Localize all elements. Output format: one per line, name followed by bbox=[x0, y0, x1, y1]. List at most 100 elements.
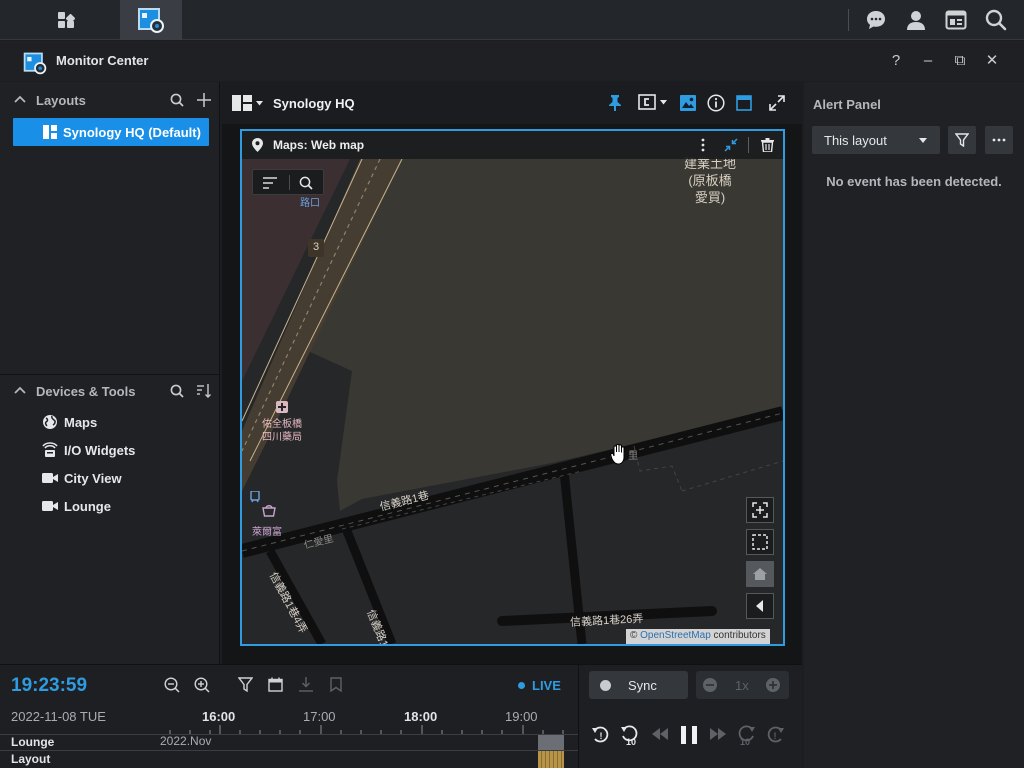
device-item-label: I/O Widgets bbox=[64, 442, 136, 458]
collapse-icon[interactable] bbox=[724, 138, 738, 152]
minimize-button[interactable]: – bbox=[918, 51, 938, 71]
map-label-shop: 萊爾富 bbox=[252, 527, 282, 538]
restore-button[interactable]: ⧉ bbox=[950, 51, 970, 71]
openstreetmap-link[interactable]: OpenStreetMap bbox=[640, 630, 711, 641]
map-label-road: 路口 bbox=[300, 198, 320, 209]
layout-style-dropdown[interactable] bbox=[232, 95, 263, 111]
search-icon[interactable] bbox=[170, 93, 184, 107]
image-enhance-icon[interactable] bbox=[680, 95, 696, 111]
globe-icon bbox=[43, 415, 57, 429]
search-icon bbox=[985, 9, 1007, 31]
map-tile[interactable]: 建業土地 (原板橋 愛買) 路口 3 佑全板橋 四川藥局 萊爾富 信義路1巷 仁… bbox=[240, 129, 785, 646]
info-icon[interactable] bbox=[707, 94, 725, 112]
pause-icon[interactable] bbox=[680, 725, 698, 745]
sync-button[interactable]: Sync bbox=[589, 671, 688, 699]
live-button[interactable]: LIVE bbox=[532, 678, 561, 693]
zoom-in-icon[interactable] bbox=[194, 677, 210, 693]
device-item-city-view[interactable]: City View bbox=[42, 467, 122, 489]
devices-section-header[interactable]: Devices & Tools bbox=[0, 376, 220, 406]
stream-mode-dropdown[interactable] bbox=[638, 94, 667, 110]
speed-up-icon[interactable] bbox=[766, 678, 780, 692]
filter-icon bbox=[955, 133, 969, 147]
device-item-label: Lounge bbox=[64, 498, 111, 514]
monitor-center-icon bbox=[23, 52, 47, 75]
monitor-center-icon bbox=[138, 8, 164, 33]
device-item-lounge[interactable]: Lounge bbox=[42, 495, 111, 517]
bookmark-icon[interactable] bbox=[330, 677, 342, 692]
sort-icon[interactable] bbox=[196, 383, 212, 399]
next-frame-icon[interactable] bbox=[710, 728, 726, 740]
pin-icon[interactable] bbox=[608, 95, 622, 111]
more-vertical-icon[interactable] bbox=[698, 138, 708, 152]
select-area-icon bbox=[752, 534, 768, 550]
menu-icon[interactable] bbox=[263, 177, 277, 189]
chevron-up-icon[interactable] bbox=[14, 385, 26, 397]
chevron-up-icon[interactable] bbox=[14, 94, 26, 106]
add-icon[interactable] bbox=[197, 93, 211, 107]
monitor-center-taskbar-button[interactable] bbox=[120, 0, 182, 40]
instant-replay-icon[interactable]: ! bbox=[591, 724, 611, 746]
bus-stop-icon bbox=[250, 491, 260, 503]
help-button[interactable]: ? bbox=[886, 51, 906, 71]
apps-button[interactable] bbox=[26, 0, 106, 40]
more-horizontal-icon bbox=[992, 138, 1006, 142]
alert-more-button[interactable] bbox=[985, 126, 1013, 154]
zoom-out-icon[interactable] bbox=[164, 677, 180, 693]
timeline-ruler[interactable] bbox=[160, 725, 570, 734]
user-button[interactable] bbox=[902, 0, 930, 40]
forward-10-icon[interactable]: 10 bbox=[736, 724, 756, 746]
chat-icon bbox=[867, 11, 885, 29]
device-item-label: City View bbox=[64, 470, 122, 486]
attribution-prefix: © bbox=[630, 630, 641, 641]
previous-frame-icon[interactable] bbox=[652, 728, 668, 740]
collapse-panel-button[interactable] bbox=[746, 593, 774, 619]
map-tile-title: Maps: Web map bbox=[273, 138, 365, 152]
header-divider bbox=[748, 137, 749, 153]
search-icon[interactable] bbox=[299, 176, 313, 190]
global-search-button[interactable] bbox=[982, 0, 1010, 40]
caret-down-icon bbox=[660, 99, 667, 104]
camera-icon bbox=[42, 473, 58, 483]
close-button[interactable]: ✕ bbox=[982, 51, 1002, 71]
instant-forward-icon[interactable]: ! bbox=[765, 724, 785, 746]
caret-left-icon bbox=[756, 600, 763, 612]
recording-segment-lounge[interactable] bbox=[538, 735, 564, 750]
layouts-section-header[interactable]: Layouts bbox=[0, 85, 220, 115]
device-item-io-widgets[interactable]: I/O Widgets bbox=[42, 439, 135, 461]
widgets-button[interactable] bbox=[942, 0, 970, 40]
speed-down-icon[interactable] bbox=[703, 678, 717, 692]
fullscreen-icon[interactable] bbox=[769, 95, 785, 111]
io-widget-icon bbox=[42, 442, 58, 457]
trash-icon[interactable] bbox=[761, 138, 774, 152]
device-item-maps[interactable]: Maps bbox=[42, 411, 97, 433]
pharmacy-icon bbox=[276, 401, 288, 413]
alert-filter-button[interactable] bbox=[948, 126, 976, 154]
timeline-divider bbox=[578, 665, 579, 768]
track-label-lounge: Lounge bbox=[11, 735, 55, 749]
select-area-button[interactable] bbox=[746, 529, 774, 555]
sync-toggle-dot bbox=[600, 680, 611, 691]
zoom-to-fit-button[interactable] bbox=[746, 497, 774, 523]
track-separator bbox=[0, 750, 578, 751]
search-icon[interactable] bbox=[170, 384, 184, 398]
filter-icon[interactable] bbox=[238, 677, 253, 692]
window-titlebar[interactable]: Monitor Center ? – ⧉ ✕ bbox=[0, 41, 1024, 81]
attribution-suffix: contributors bbox=[710, 630, 766, 641]
alert-scope-dropdown[interactable]: This layout bbox=[812, 126, 940, 154]
title-bar-toggle-icon[interactable] bbox=[736, 95, 752, 111]
left-panel: Layouts Synology HQ (Default) Devices & … bbox=[0, 82, 220, 664]
recording-segment-layout[interactable] bbox=[538, 751, 564, 768]
map-canvas[interactable] bbox=[242, 131, 783, 644]
calendar-icon[interactable] bbox=[268, 677, 283, 692]
window-title: Monitor Center bbox=[56, 53, 149, 68]
layout-item-synology-hq[interactable]: Synology HQ (Default) bbox=[13, 118, 209, 146]
speed-control: 1x bbox=[696, 671, 789, 699]
stream-quality-icon bbox=[638, 94, 656, 110]
chat-button[interactable] bbox=[862, 0, 890, 40]
hour-label: 17:00 bbox=[303, 709, 336, 724]
download-icon[interactable] bbox=[299, 677, 313, 692]
sync-label: Sync bbox=[628, 678, 657, 693]
home-button[interactable] bbox=[746, 561, 774, 587]
svg-text:!: ! bbox=[600, 731, 603, 741]
rewind-10-icon[interactable]: 10 bbox=[620, 724, 640, 746]
